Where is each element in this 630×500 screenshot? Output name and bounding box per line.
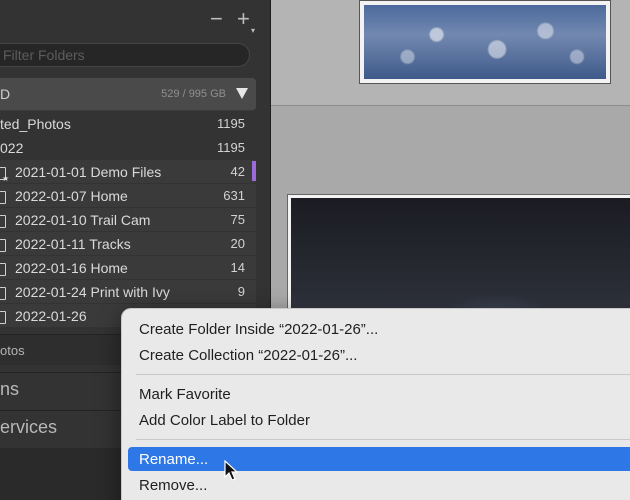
color-label-swatch [252,161,256,181]
subfolder-row[interactable]: 2022-01-11 Tracks 20 [0,232,256,255]
menu-item-label: Create Collection “2022-01-26”... [139,347,358,364]
add-folder-button[interactable]: + ▾ [237,6,255,36]
subfolder-row[interactable]: 2022-01-16 Home 14 [0,256,256,279]
folder-context-menu: Create Folder Inside “2022-01-26”... Cre… [121,308,630,500]
frost-photo-image [364,5,606,79]
menu-item-rename[interactable]: Rename... [128,447,630,471]
folder-row[interactable]: ted_Photos 1195 [0,112,256,135]
volume-name: D [0,86,11,102]
menu-item-create-collection[interactable]: Create Collection “2022-01-26”... [128,343,630,367]
photos-subsection-label: otos [0,343,25,358]
menu-item-remove[interactable]: Remove... [128,473,630,497]
folder-count: 75 [230,212,245,227]
subfolder-row[interactable]: 2022-01-10 Trail Cam 75 [0,208,256,231]
filter-folders-input[interactable] [0,43,250,67]
menu-separator [136,439,630,440]
subfolder-row[interactable]: ★ 2021-01-01 Demo Files 42 [0,160,256,183]
folder-name: 2022-01-16 Home [15,260,128,276]
mouse-pointer-icon [224,460,239,481]
folder-icon [0,191,6,204]
collapse-triangle-icon[interactable] [236,88,248,99]
folder-name: 2022-01-26 [15,308,87,324]
folder-count: 20 [230,236,245,251]
folder-count: 42 [230,164,245,179]
folder-count: 631 [223,188,245,203]
grid-cell[interactable] [271,0,630,106]
subfolder-row[interactable]: 2022-01-07 Home 631 [0,184,256,207]
folder-name: ted_Photos [0,116,71,132]
photo-thumbnail[interactable] [359,0,611,84]
folder-name: 2022-01-24 Print with Ivy [15,284,170,300]
folder-count: 9 [237,284,245,299]
menu-item-label: Remove... [139,477,208,494]
folder-name: 2022-01-07 Home [15,188,128,204]
folder-icon [0,239,6,252]
menu-item-label: Rename... [139,451,209,468]
collections-panel-title: ns [0,379,20,399]
folders-panel-header: − + ▾ [0,0,262,40]
volume-header[interactable]: D 529 / 995 GB [0,78,256,111]
subfolder-row[interactable]: 2022-01-24 Print with Ivy 9 [0,280,256,303]
folder-icon [0,263,6,276]
folder-row[interactable]: 022 1195 [0,136,256,159]
menu-item-label: Create Folder Inside “2022-01-26”... [139,321,379,338]
folder-icon [0,311,6,324]
menu-item-label: Mark Favorite [139,386,231,403]
folder-name: 022 [0,140,24,156]
folder-name: 2022-01-10 Trail Cam [15,212,151,228]
folder-name: 2022-01-11 Tracks [15,236,131,252]
chevron-down-icon: ▾ [251,26,256,35]
menu-item-create-folder-inside[interactable]: Create Folder Inside “2022-01-26”... [128,317,630,341]
publish-services-panel-title: ervices [0,417,58,437]
folder-icon [0,215,6,228]
folder-count: 1195 [217,140,245,155]
plus-icon: + [237,6,250,31]
favorite-star-icon: ★ [2,174,10,183]
lightroom-library-window: − + ▾ D 529 / 995 GB ted_Photos 1195 022… [0,0,630,500]
volume-usage: 529 / 995 GB [161,88,226,100]
menu-item-mark-favorite[interactable]: Mark Favorite [128,382,630,406]
folder-name: 2021-01-01 Demo Files [15,164,162,180]
menu-item-label: Add Color Label to Folder [139,412,310,429]
folder-icon [0,287,6,300]
menu-item-add-color-label[interactable]: Add Color Label to Folder [128,408,630,432]
remove-folder-button[interactable]: − [210,8,223,30]
menu-separator [136,374,630,375]
folder-count: 14 [230,260,245,275]
folder-count: 1195 [217,116,245,131]
